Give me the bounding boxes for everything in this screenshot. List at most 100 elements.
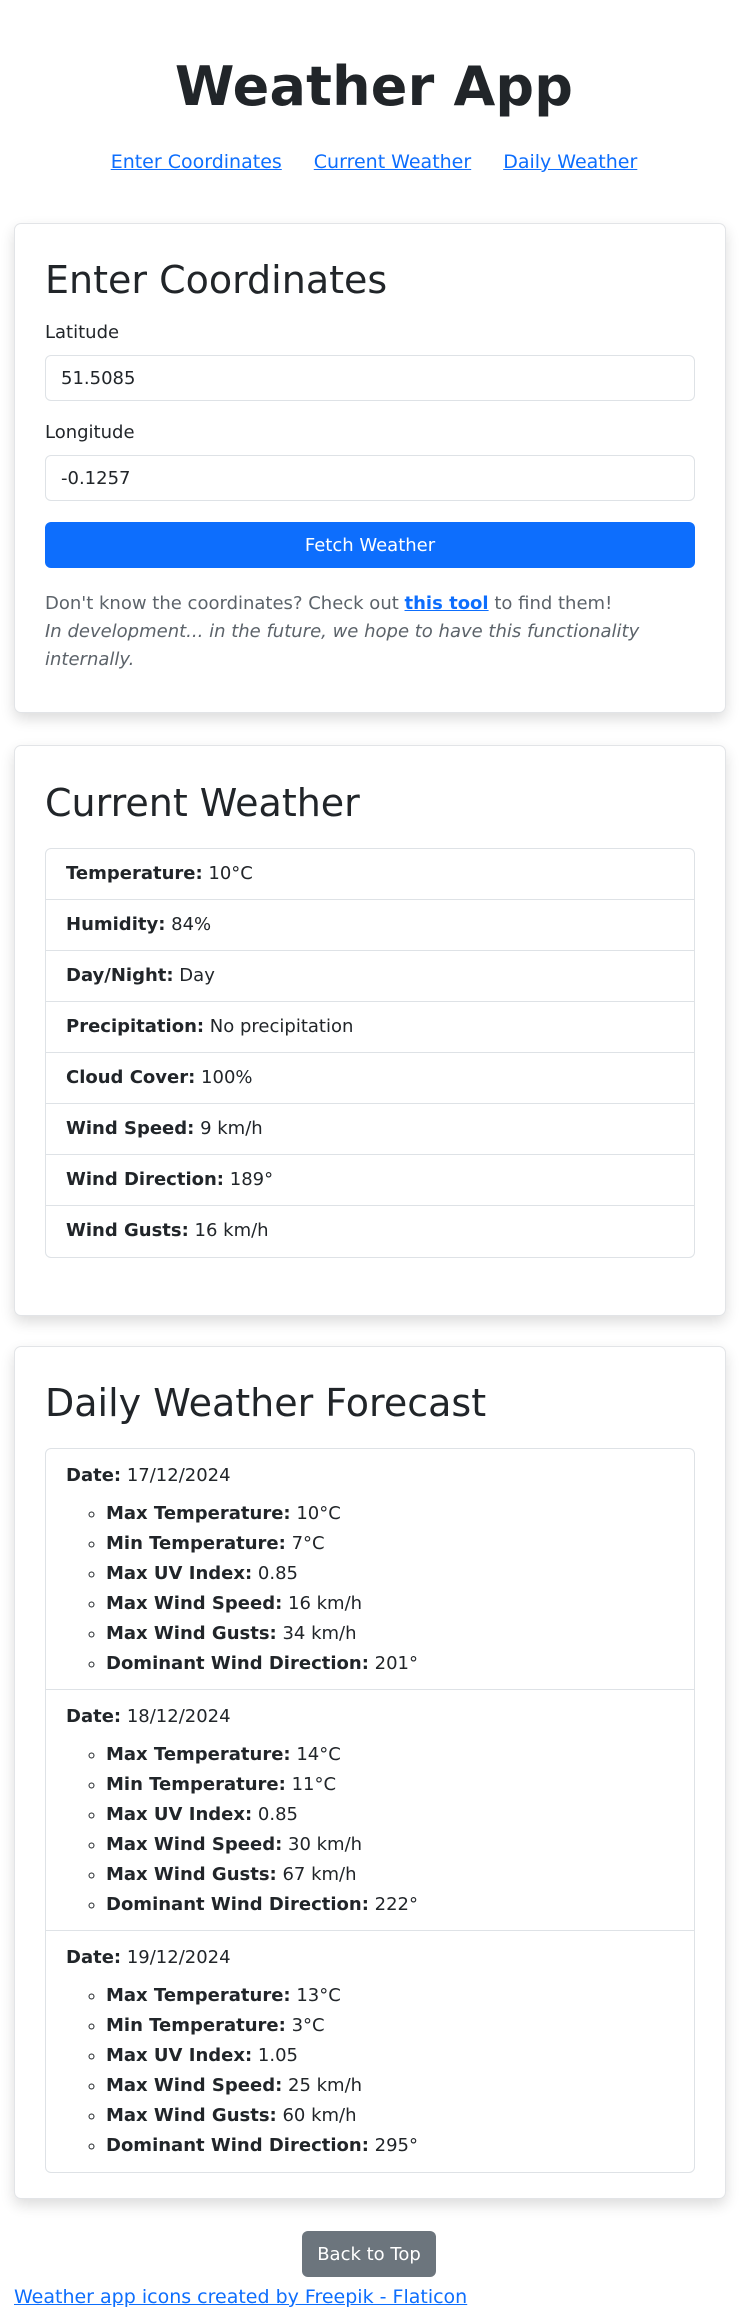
item-value: 0.85: [252, 1804, 298, 1825]
item-value: 25 km/h: [282, 2075, 363, 2096]
longitude-label: Longitude: [45, 422, 135, 443]
nav-link-enter-coordinates[interactable]: Enter Coordinates: [111, 151, 282, 173]
item-value: 30 km/h: [282, 1834, 363, 1855]
daily-forecast-list: Date: 17/12/2024 Max Temperature: 10°C M…: [45, 1448, 695, 2173]
max-wind-speed-item: Max Wind Speed: 25 km/h: [106, 2071, 674, 2101]
current-wind-speed-row: Wind Speed: 9 km/h: [46, 1104, 694, 1155]
min-temperature-item: Min Temperature: 3°C: [106, 2011, 674, 2041]
max-temperature-item: Max Temperature: 14°C: [106, 1740, 674, 1770]
max-wind-gusts-item: Max Wind Gusts: 60 km/h: [106, 2101, 674, 2131]
current-precipitation-row: Precipitation: No precipitation: [46, 1002, 694, 1053]
top-nav: Enter Coordinates Current Weather Daily …: [0, 151, 748, 173]
row-label: Wind Speed:: [66, 1118, 195, 1139]
row-label: Wind Direction:: [66, 1169, 225, 1190]
row-value: 100%: [195, 1067, 253, 1088]
current-day-night-row: Day/Night: Day: [46, 951, 694, 1002]
item-label: Dominant Wind Direction:: [106, 1894, 369, 1915]
item-value: 7°C: [285, 1533, 325, 1554]
nav-link-current-weather[interactable]: Current Weather: [314, 151, 471, 173]
item-value: 0.85: [252, 1563, 298, 1584]
max-uv-index-item: Max UV Index: 1.05: [106, 2041, 674, 2071]
date-label: Date:: [66, 1465, 122, 1486]
item-label: Max UV Index:: [106, 1563, 253, 1584]
daily-forecast-card: Daily Weather Forecast Date: 17/12/2024 …: [14, 1346, 726, 2199]
item-value: 67 km/h: [276, 1864, 357, 1885]
item-label: Max Wind Gusts:: [106, 2105, 277, 2126]
date-value: 19/12/2024: [121, 1947, 231, 1968]
current-weather-list: Temperature: 10°C Humidity: 84% Day/Nigh…: [45, 848, 695, 1258]
row-value: 10°C: [202, 863, 253, 884]
item-value: 14°C: [290, 1744, 341, 1765]
item-value: 11°C: [285, 1774, 337, 1795]
dominant-wind-direction-item: Dominant Wind Direction: 201°: [106, 1649, 674, 1679]
this-tool-link[interactable]: this tool: [405, 593, 489, 614]
max-wind-speed-item: Max Wind Speed: 16 km/h: [106, 1589, 674, 1619]
item-label: Min Temperature:: [106, 2015, 286, 2036]
max-temperature-item: Max Temperature: 13°C: [106, 1981, 674, 2011]
icon-credit-link[interactable]: Weather app icons created by Freepik - F…: [14, 2284, 467, 2310]
row-value: No precipitation: [204, 1016, 354, 1037]
forecast-day-item: Date: 17/12/2024 Max Temperature: 10°C M…: [46, 1449, 694, 1690]
max-temperature-item: Max Temperature: 10°C: [106, 1499, 674, 1529]
current-wind-direction-row: Wind Direction: 189°: [46, 1155, 694, 1206]
row-label: Wind Gusts:: [66, 1220, 189, 1241]
coordinates-heading: Enter Coordinates: [45, 258, 388, 302]
item-value: 295°: [368, 2135, 418, 2156]
item-label: Dominant Wind Direction:: [106, 2135, 369, 2156]
daily-forecast-heading: Daily Weather Forecast: [45, 1381, 487, 1425]
item-value: 13°C: [290, 1985, 341, 2006]
item-label: Max Wind Gusts:: [106, 1864, 277, 1885]
item-value: 1.05: [252, 2045, 298, 2066]
row-value: 189°: [224, 1169, 274, 1190]
date-value: 17/12/2024: [121, 1465, 231, 1486]
back-to-top-button[interactable]: Back to Top: [302, 2231, 436, 2277]
date-label: Date:: [66, 1706, 122, 1727]
forecast-details: Max Temperature: 10°C Min Temperature: 7…: [66, 1499, 674, 1679]
forecast-date: Date: 18/12/2024: [66, 1704, 674, 1730]
item-label: Max Wind Speed:: [106, 1834, 283, 1855]
max-uv-index-item: Max UV Index: 0.85: [106, 1559, 674, 1589]
latitude-input[interactable]: [45, 355, 695, 401]
item-label: Max Wind Gusts:: [106, 1623, 277, 1644]
item-label: Max Wind Speed:: [106, 1593, 283, 1614]
item-label: Max Temperature:: [106, 1985, 291, 2006]
item-label: Max Wind Speed:: [106, 2075, 283, 2096]
forecast-date: Date: 19/12/2024: [66, 1945, 674, 1971]
current-weather-card: Current Weather Temperature: 10°C Humidi…: [14, 745, 726, 1316]
page-title: Weather App: [174, 55, 574, 118]
item-label: Max UV Index:: [106, 2045, 253, 2066]
date-value: 18/12/2024: [121, 1706, 231, 1727]
row-label: Precipitation:: [66, 1016, 205, 1037]
hint-suffix: to find them!: [488, 593, 613, 614]
item-value: 222°: [368, 1894, 418, 1915]
date-label: Date:: [66, 1947, 122, 1968]
item-label: Max Temperature:: [106, 1503, 291, 1524]
max-wind-gusts-item: Max Wind Gusts: 34 km/h: [106, 1619, 674, 1649]
longitude-input[interactable]: [45, 455, 695, 501]
item-label: Max Temperature:: [106, 1744, 291, 1765]
coordinates-card: Enter Coordinates Latitude Longitude Fet…: [14, 223, 726, 713]
current-temperature-row: Temperature: 10°C: [46, 849, 694, 900]
nav-link-daily-weather[interactable]: Daily Weather: [503, 151, 637, 173]
item-label: Dominant Wind Direction:: [106, 1653, 369, 1674]
current-cloud-cover-row: Cloud Cover: 100%: [46, 1053, 694, 1104]
row-label: Temperature:: [66, 863, 203, 884]
item-value: 201°: [368, 1653, 418, 1674]
min-temperature-item: Min Temperature: 7°C: [106, 1529, 674, 1559]
row-label: Day/Night:: [66, 965, 174, 986]
item-value: 10°C: [290, 1503, 341, 1524]
current-weather-heading: Current Weather: [45, 781, 360, 825]
forecast-details: Max Temperature: 14°C Min Temperature: 1…: [66, 1740, 674, 1920]
row-value: 16 km/h: [188, 1220, 269, 1241]
development-note: In development... in the future, we hope…: [45, 621, 640, 670]
latitude-label: Latitude: [45, 322, 120, 343]
item-value: 34 km/h: [276, 1623, 357, 1644]
dominant-wind-direction-item: Dominant Wind Direction: 222°: [106, 1890, 674, 1920]
fetch-weather-button[interactable]: Fetch Weather: [45, 522, 695, 568]
row-value: Day: [173, 965, 215, 986]
row-label: Humidity:: [66, 914, 166, 935]
forecast-day-item: Date: 19/12/2024 Max Temperature: 13°C M…: [46, 1931, 694, 2172]
current-humidity-row: Humidity: 84%: [46, 900, 694, 951]
forecast-date: Date: 17/12/2024: [66, 1463, 674, 1489]
max-wind-speed-item: Max Wind Speed: 30 km/h: [106, 1830, 674, 1860]
